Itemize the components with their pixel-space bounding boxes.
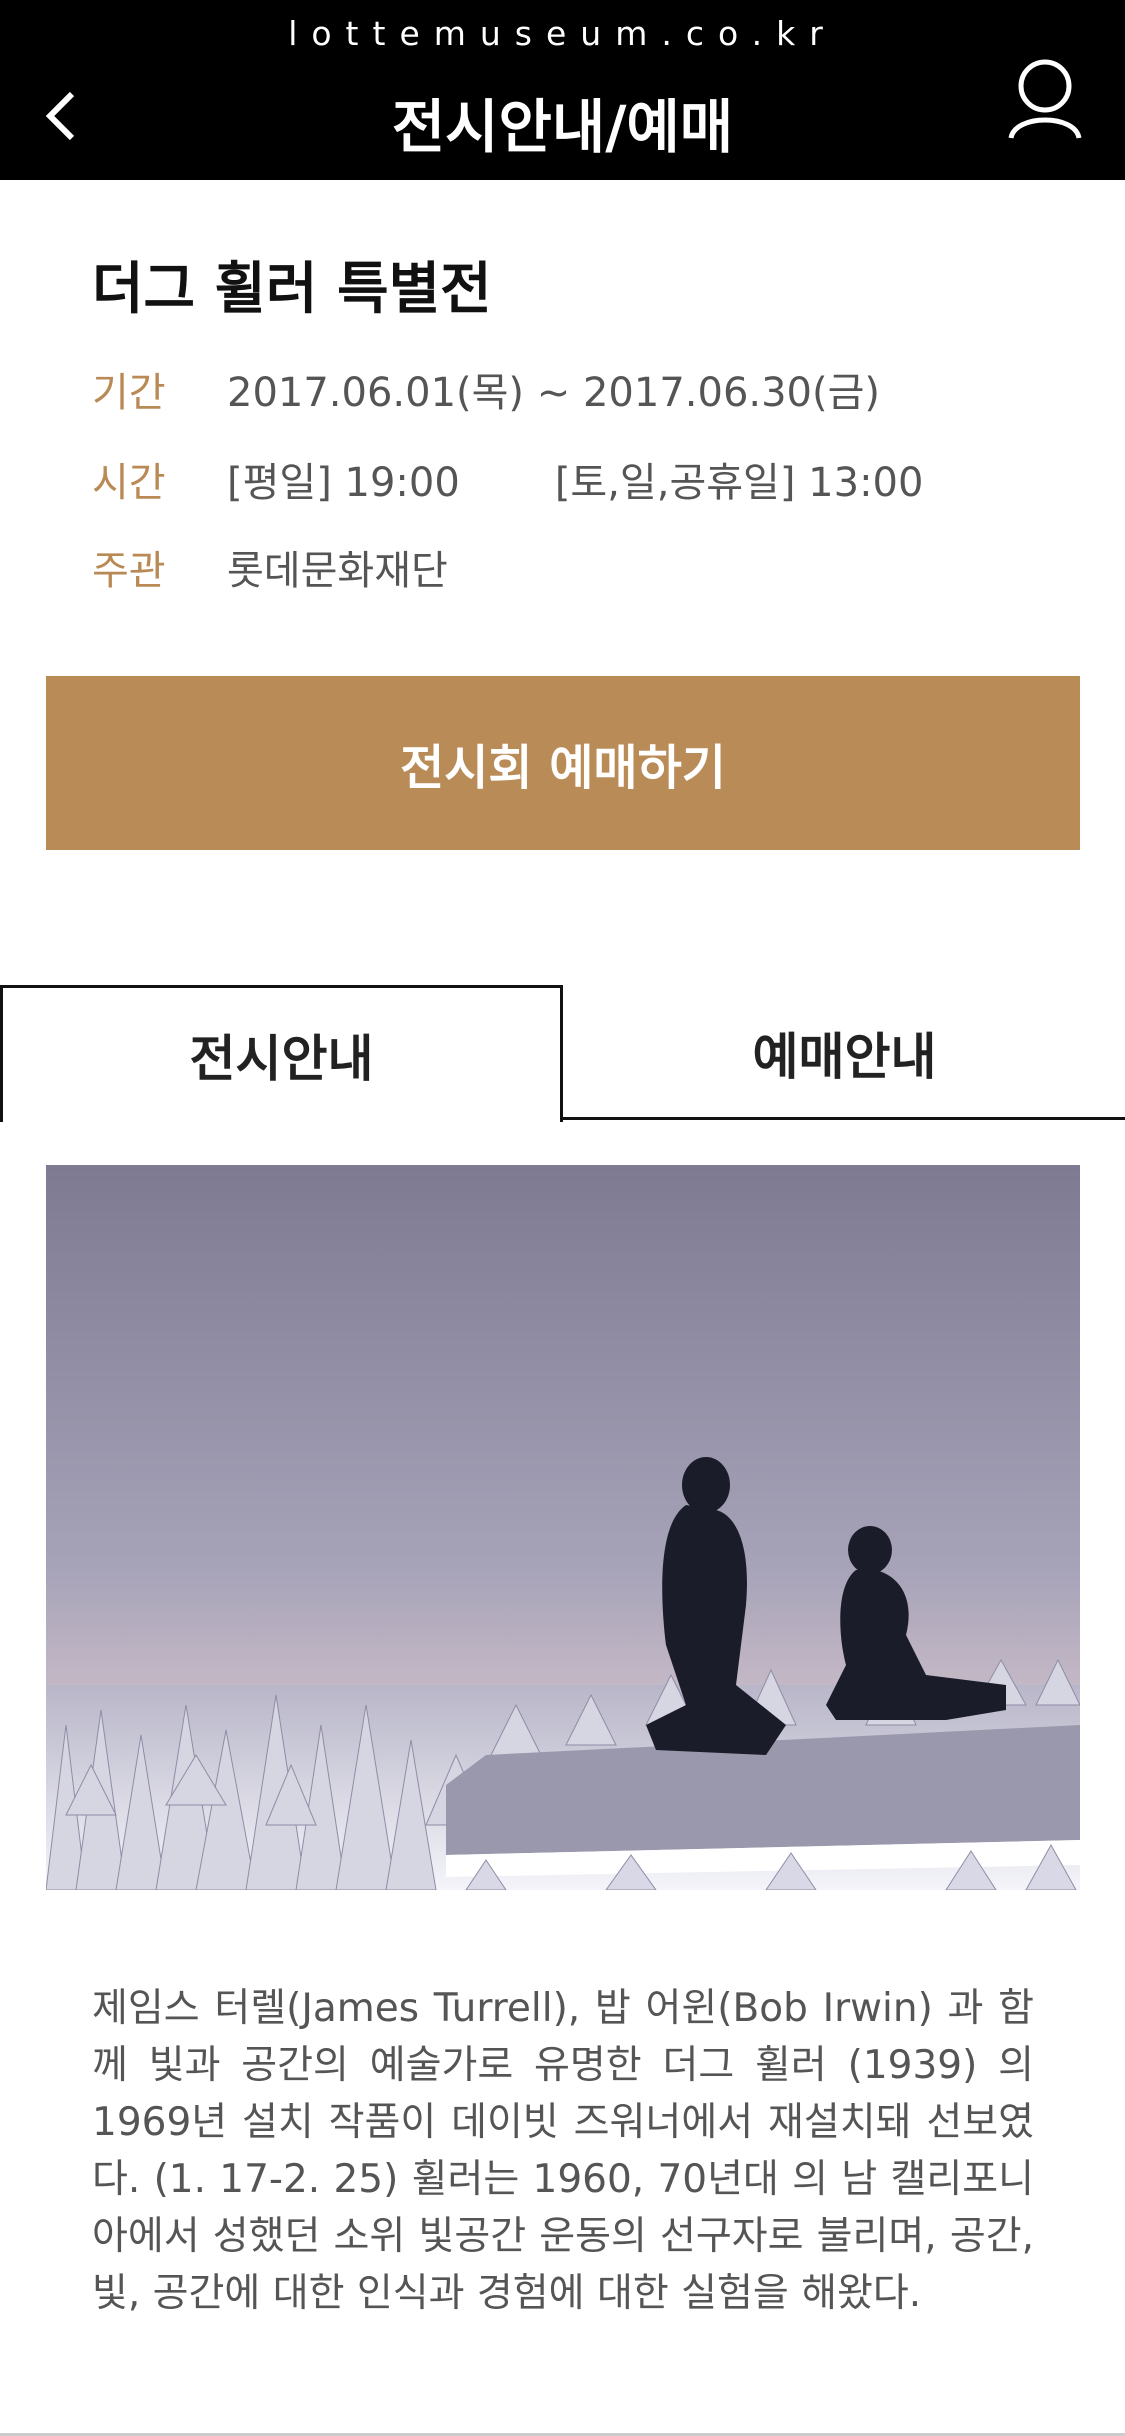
time-weekend: [토,일,공휴일] 13:00: [554, 460, 924, 506]
time-weekday: [평일] 19:00: [227, 460, 460, 506]
installation-image: [46, 1165, 1080, 1890]
host-value: 롯데문화재단: [227, 548, 448, 594]
app-header: lottemuseum.co.kr 전시안내/예매: [0, 0, 1125, 180]
user-icon: [1008, 59, 1082, 139]
host-label: 주관: [92, 548, 166, 594]
host-row: 주관 롯데문화재단: [92, 538, 448, 596]
exhibition-photo: [46, 1165, 1080, 1890]
period-row: 기간 2017.06.01(목) ~ 2017.06.30(금): [92, 360, 880, 418]
exhibition-description: 제임스 터렐(James Turrell), 밥 어윈(Bob Irwin) 과…: [92, 1986, 1034, 2316]
time-row: 시간 [평일] 19:00 [토,일,공휴일] 13:00: [92, 450, 923, 508]
period-label: 기간: [92, 370, 166, 416]
time-label: 시간: [92, 460, 166, 506]
user-button[interactable]: [1005, 56, 1085, 142]
reserve-button[interactable]: 전시회 예매하기: [46, 676, 1080, 850]
period-value: 2017.06.01(목) ~ 2017.06.30(금): [227, 370, 881, 416]
tab-exhibition-info[interactable]: 전시안내: [0, 985, 563, 1122]
page-title: 전시안내/예매: [391, 93, 734, 161]
tab-reservation-info[interactable]: 예매안내: [563, 985, 1125, 1120]
exhibition-title: 더그 휠러 특별전: [92, 257, 492, 322]
site-url: lottemuseum.co.kr: [288, 14, 837, 53]
